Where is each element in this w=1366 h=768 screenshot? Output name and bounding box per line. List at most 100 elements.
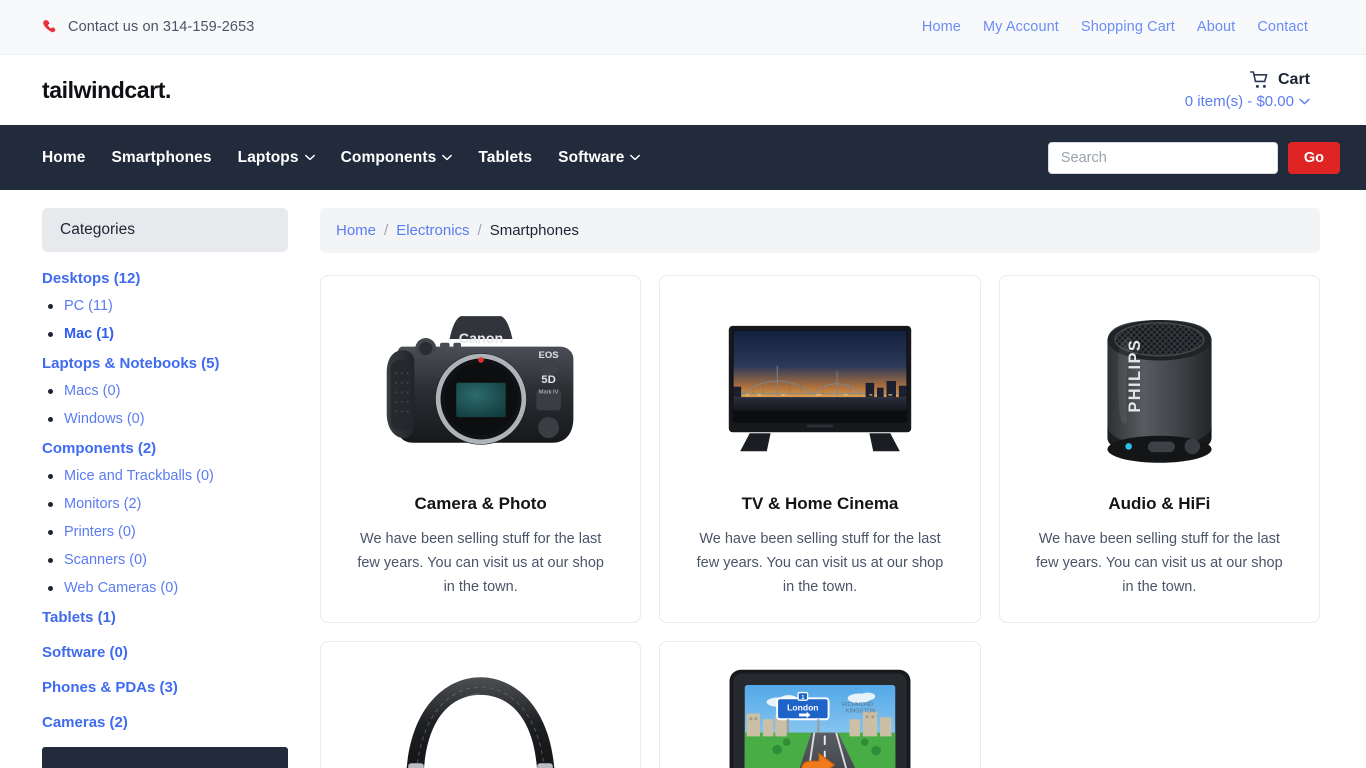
product-description: We have been selling stuff for the last … bbox=[696, 531, 944, 595]
contact-text: Contact us on 314-159-2653 bbox=[68, 19, 255, 35]
shopping-cart-icon bbox=[1249, 70, 1270, 89]
philips-bluetooth-speaker-image: PHILIPS bbox=[1016, 294, 1303, 484]
list-item[interactable]: Web Cameras (0) bbox=[42, 579, 288, 597]
subcategory-mice-and-trackballs[interactable]: Mice and Trackballs (0) bbox=[64, 468, 214, 484]
contact-info: Contact us on 314-159-2653 bbox=[42, 19, 254, 35]
product-card[interactable]: 1 London RICHMOND KINGSTON bbox=[659, 640, 981, 768]
product-card[interactable]: PHILIPS Audio & HiFi We have been sellin… bbox=[998, 275, 1320, 623]
svg-text:London: London bbox=[787, 702, 818, 712]
chevron-down-icon bbox=[1299, 98, 1310, 105]
nav-item-label: Tablets bbox=[478, 148, 533, 166]
subcategory-windows[interactable]: Windows (0) bbox=[64, 411, 145, 427]
list-item[interactable]: Macs (0) bbox=[42, 382, 288, 400]
sidebar: Categories Desktops (12) PC (11) Mac (1)… bbox=[0, 208, 312, 768]
nav-item-laptops[interactable]: Laptops bbox=[238, 149, 315, 167]
category-components[interactable]: Components (2) bbox=[42, 440, 288, 457]
category-cameras[interactable]: Cameras (2) bbox=[42, 714, 288, 731]
subcategory-macs[interactable]: Macs (0) bbox=[64, 383, 120, 399]
top-link-about[interactable]: About bbox=[1197, 19, 1235, 35]
nav-items: Home Smartphones Laptops Components Tabl… bbox=[42, 148, 641, 167]
top-link-shopping-cart[interactable]: Shopping Cart bbox=[1081, 19, 1175, 35]
cart-label: Cart bbox=[1277, 70, 1310, 88]
product-card[interactable] bbox=[320, 640, 642, 768]
subcategory-scanners[interactable]: Scanners (0) bbox=[64, 552, 147, 568]
cart-button[interactable]: Cart bbox=[1185, 71, 1310, 89]
site-header: tailwindcart. Cart 0 item(s) - $0.00 bbox=[0, 55, 1366, 125]
breadcrumb-separator: / bbox=[477, 222, 482, 239]
nav-item-label: Components bbox=[340, 148, 437, 166]
product-card[interactable]: TV & Home Cinema We have been selling st… bbox=[659, 275, 981, 623]
subcategory-pc[interactable]: PC (11) bbox=[64, 298, 113, 314]
subcategory-monitors[interactable]: Monitors (2) bbox=[64, 496, 141, 512]
product-description: We have been selling stuff for the last … bbox=[357, 531, 604, 595]
search-go-button[interactable]: Go bbox=[1287, 141, 1340, 174]
nav-item-tablets[interactable]: Tablets bbox=[478, 149, 532, 167]
nav-item-software[interactable]: Software bbox=[558, 148, 641, 167]
phone-icon bbox=[42, 19, 58, 35]
page-content: Categories Desktops (12) PC (11) Mac (1)… bbox=[0, 190, 1366, 768]
svg-text:RICHMOND: RICHMOND bbox=[842, 702, 873, 708]
category-software[interactable]: Software (0) bbox=[42, 644, 288, 661]
list-item[interactable]: Monitors (2) bbox=[42, 495, 288, 513]
canon-dslr-camera-image: Canon EOS 5D Mark IV bbox=[337, 294, 624, 484]
site-logo[interactable]: tailwindcart. bbox=[42, 77, 171, 104]
top-bar: Contact us on 314-159-2653 Home My Accou… bbox=[0, 0, 1366, 55]
list-item[interactable]: PC (11) bbox=[42, 297, 288, 315]
product-grid: Canon EOS 5D Mark IV Camera & Photo We h… bbox=[320, 275, 1320, 768]
product-title: Camera & Photo bbox=[414, 494, 547, 513]
product-card[interactable]: Canon EOS 5D Mark IV Camera & Photo We h… bbox=[320, 275, 642, 623]
breadcrumb-electronics[interactable]: Electronics bbox=[396, 222, 469, 239]
product-title: Audio & HiFi bbox=[1108, 494, 1211, 513]
nav-item-label: Smartphones bbox=[111, 148, 212, 166]
subcategory-mac[interactable]: Mac (1) bbox=[64, 326, 114, 342]
main-column: Home / Electronics / Smartphones Canon E… bbox=[312, 208, 1366, 768]
list-item[interactable]: Mac (1) bbox=[42, 325, 288, 343]
chevron-down-icon bbox=[442, 154, 453, 161]
breadcrumb-home[interactable]: Home bbox=[336, 222, 376, 239]
nav-item-label: Home bbox=[42, 148, 86, 166]
breadcrumb-separator: / bbox=[384, 222, 389, 239]
flat-screen-tv-image bbox=[676, 294, 963, 484]
subcategory-list-desktops: PC (11) Mac (1) bbox=[42, 297, 288, 343]
nav-item-components[interactable]: Components bbox=[341, 149, 453, 167]
cart-widget[interactable]: Cart 0 item(s) - $0.00 bbox=[1185, 71, 1310, 110]
product-title: TV & Home Cinema bbox=[741, 494, 899, 513]
category-list: Desktops (12) PC (11) Mac (1) Laptops & … bbox=[42, 270, 288, 731]
breadcrumb: Home / Electronics / Smartphones bbox=[320, 208, 1320, 253]
nav-item-smartphones[interactable]: Smartphones bbox=[111, 149, 211, 167]
chevron-down-icon bbox=[630, 154, 641, 161]
nav-item-label: Software bbox=[558, 148, 625, 166]
subcategory-list-components: Mice and Trackballs (0) Monitors (2) Pri… bbox=[42, 467, 288, 597]
cart-summary[interactable]: 0 item(s) - $0.00 bbox=[1185, 93, 1310, 110]
category-desktops[interactable]: Desktops (12) bbox=[42, 270, 288, 287]
category-laptops-notebooks[interactable]: Laptops & Notebooks (5) bbox=[42, 355, 288, 372]
svg-text:KINGSTON: KINGSTON bbox=[846, 708, 876, 714]
svg-text:Mark IV: Mark IV bbox=[538, 389, 558, 395]
list-item[interactable]: Mice and Trackballs (0) bbox=[42, 467, 288, 485]
svg-text:Canon: Canon bbox=[458, 331, 502, 347]
main-navigation: Home Smartphones Laptops Components Tabl… bbox=[0, 125, 1366, 190]
top-link-contact[interactable]: Contact bbox=[1257, 19, 1308, 35]
svg-text:5D: 5D bbox=[541, 374, 556, 386]
product-description: We have been selling stuff for the last … bbox=[1036, 531, 1283, 595]
black-headphones-image bbox=[337, 660, 624, 768]
category-tablets[interactable]: Tablets (1) bbox=[42, 609, 288, 626]
top-link-home[interactable]: Home bbox=[922, 19, 961, 35]
top-link-my-account[interactable]: My Account bbox=[983, 19, 1059, 35]
chevron-down-icon bbox=[304, 154, 315, 161]
list-item[interactable]: Printers (0) bbox=[42, 523, 288, 541]
list-item[interactable]: Windows (0) bbox=[42, 410, 288, 428]
cart-summary-text: 0 item(s) - $0.00 bbox=[1184, 92, 1294, 110]
search-form: Go bbox=[1047, 141, 1340, 174]
breadcrumb-current: Smartphones bbox=[489, 222, 579, 239]
categories-panel-header: Categories bbox=[42, 208, 288, 252]
nav-item-home[interactable]: Home bbox=[42, 149, 85, 167]
svg-text:EOS: EOS bbox=[538, 350, 558, 361]
search-input[interactable] bbox=[1047, 141, 1278, 174]
top-nav-links: Home My Account Shopping Cart About Cont… bbox=[922, 19, 1308, 35]
subcategory-web-cameras[interactable]: Web Cameras (0) bbox=[64, 580, 178, 596]
category-phones-pdas[interactable]: Phones & PDAs (3) bbox=[42, 679, 288, 696]
sidebar-banner[interactable] bbox=[42, 747, 288, 768]
list-item[interactable]: Scanners (0) bbox=[42, 551, 288, 569]
subcategory-printers[interactable]: Printers (0) bbox=[64, 524, 136, 540]
